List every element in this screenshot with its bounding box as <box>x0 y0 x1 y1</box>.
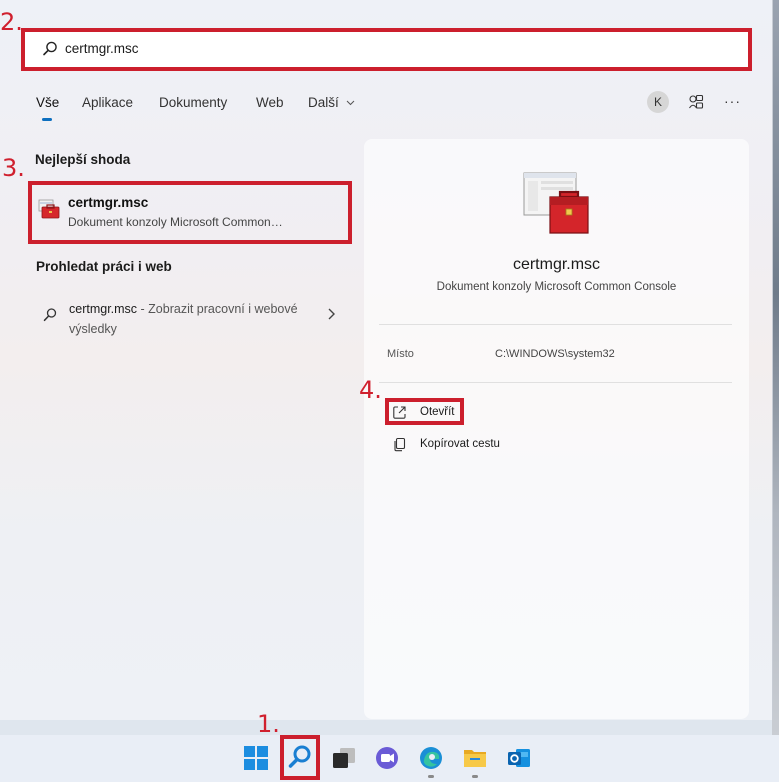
highlight-search-box <box>21 28 752 71</box>
tab-web[interactable]: Web <box>256 95 284 110</box>
start-search-panel: certmgr.msc Vše Aplikace Dokumenty Web D… <box>0 0 773 720</box>
edge-icon[interactable] <box>418 745 444 771</box>
copy-icon <box>394 437 406 452</box>
search-icon <box>43 308 57 322</box>
desktop-background <box>772 0 779 735</box>
annotation-step-3: 3. <box>2 154 25 182</box>
web-search-text: certmgr.msc - Zobrazit pracovní i webové… <box>69 299 309 339</box>
active-tab-indicator <box>42 118 52 121</box>
best-match-heading: Nejlepší shoda <box>35 152 131 167</box>
annotation-step-2: 2. <box>0 8 23 36</box>
task-view-icon[interactable] <box>331 745 357 771</box>
more-options-icon[interactable]: ··· <box>724 93 740 109</box>
copy-path-label: Kopírovat cestu <box>420 438 500 450</box>
avatar[interactable]: K <box>647 91 669 113</box>
annotation-step-4: 4. <box>359 376 382 404</box>
web-search-query: certmgr.msc <box>69 302 138 316</box>
file-explorer-icon[interactable] <box>462 745 488 771</box>
detail-title: certmgr.msc <box>512 256 601 273</box>
taskbar-running-indicator <box>472 775 478 778</box>
outlook-icon[interactable] <box>506 745 532 771</box>
chevron-right-icon <box>328 308 335 320</box>
detail-pane: certmgr.msc Dokument konzoly Microsoft C… <box>364 139 749 719</box>
share-organization-icon[interactable] <box>687 93 705 111</box>
highlight-best-match <box>28 181 352 244</box>
chevron-down-icon <box>346 101 354 106</box>
copy-path-action[interactable]: Kopírovat cestu <box>386 434 516 456</box>
location-value: C:\WINDOWS\system32 <box>495 348 615 360</box>
tab-apps[interactable]: Aplikace <box>82 95 133 110</box>
taskbar-running-indicator <box>428 775 434 778</box>
tab-all[interactable]: Vše <box>36 95 59 110</box>
divider <box>379 324 732 325</box>
highlight-open-action <box>385 398 464 425</box>
divider <box>379 382 732 383</box>
web-search-result[interactable]: certmgr.msc - Zobrazit pracovní i webové… <box>36 295 346 339</box>
location-label: Místo <box>387 348 414 360</box>
toolbox-icon <box>523 172 589 234</box>
tab-documents[interactable]: Dokumenty <box>159 95 227 110</box>
search-icon[interactable] <box>287 744 313 770</box>
annotation-step-1: 1. <box>257 710 280 738</box>
tab-more-label: Další <box>308 95 339 110</box>
detail-subtitle: Dokument konzoly Microsoft Common Consol… <box>436 281 677 293</box>
tab-more[interactable]: Další <box>308 95 355 110</box>
chat-icon[interactable] <box>374 745 400 771</box>
windows-start-icon[interactable] <box>243 745 269 771</box>
web-search-heading: Prohledat práci i web <box>36 259 172 274</box>
